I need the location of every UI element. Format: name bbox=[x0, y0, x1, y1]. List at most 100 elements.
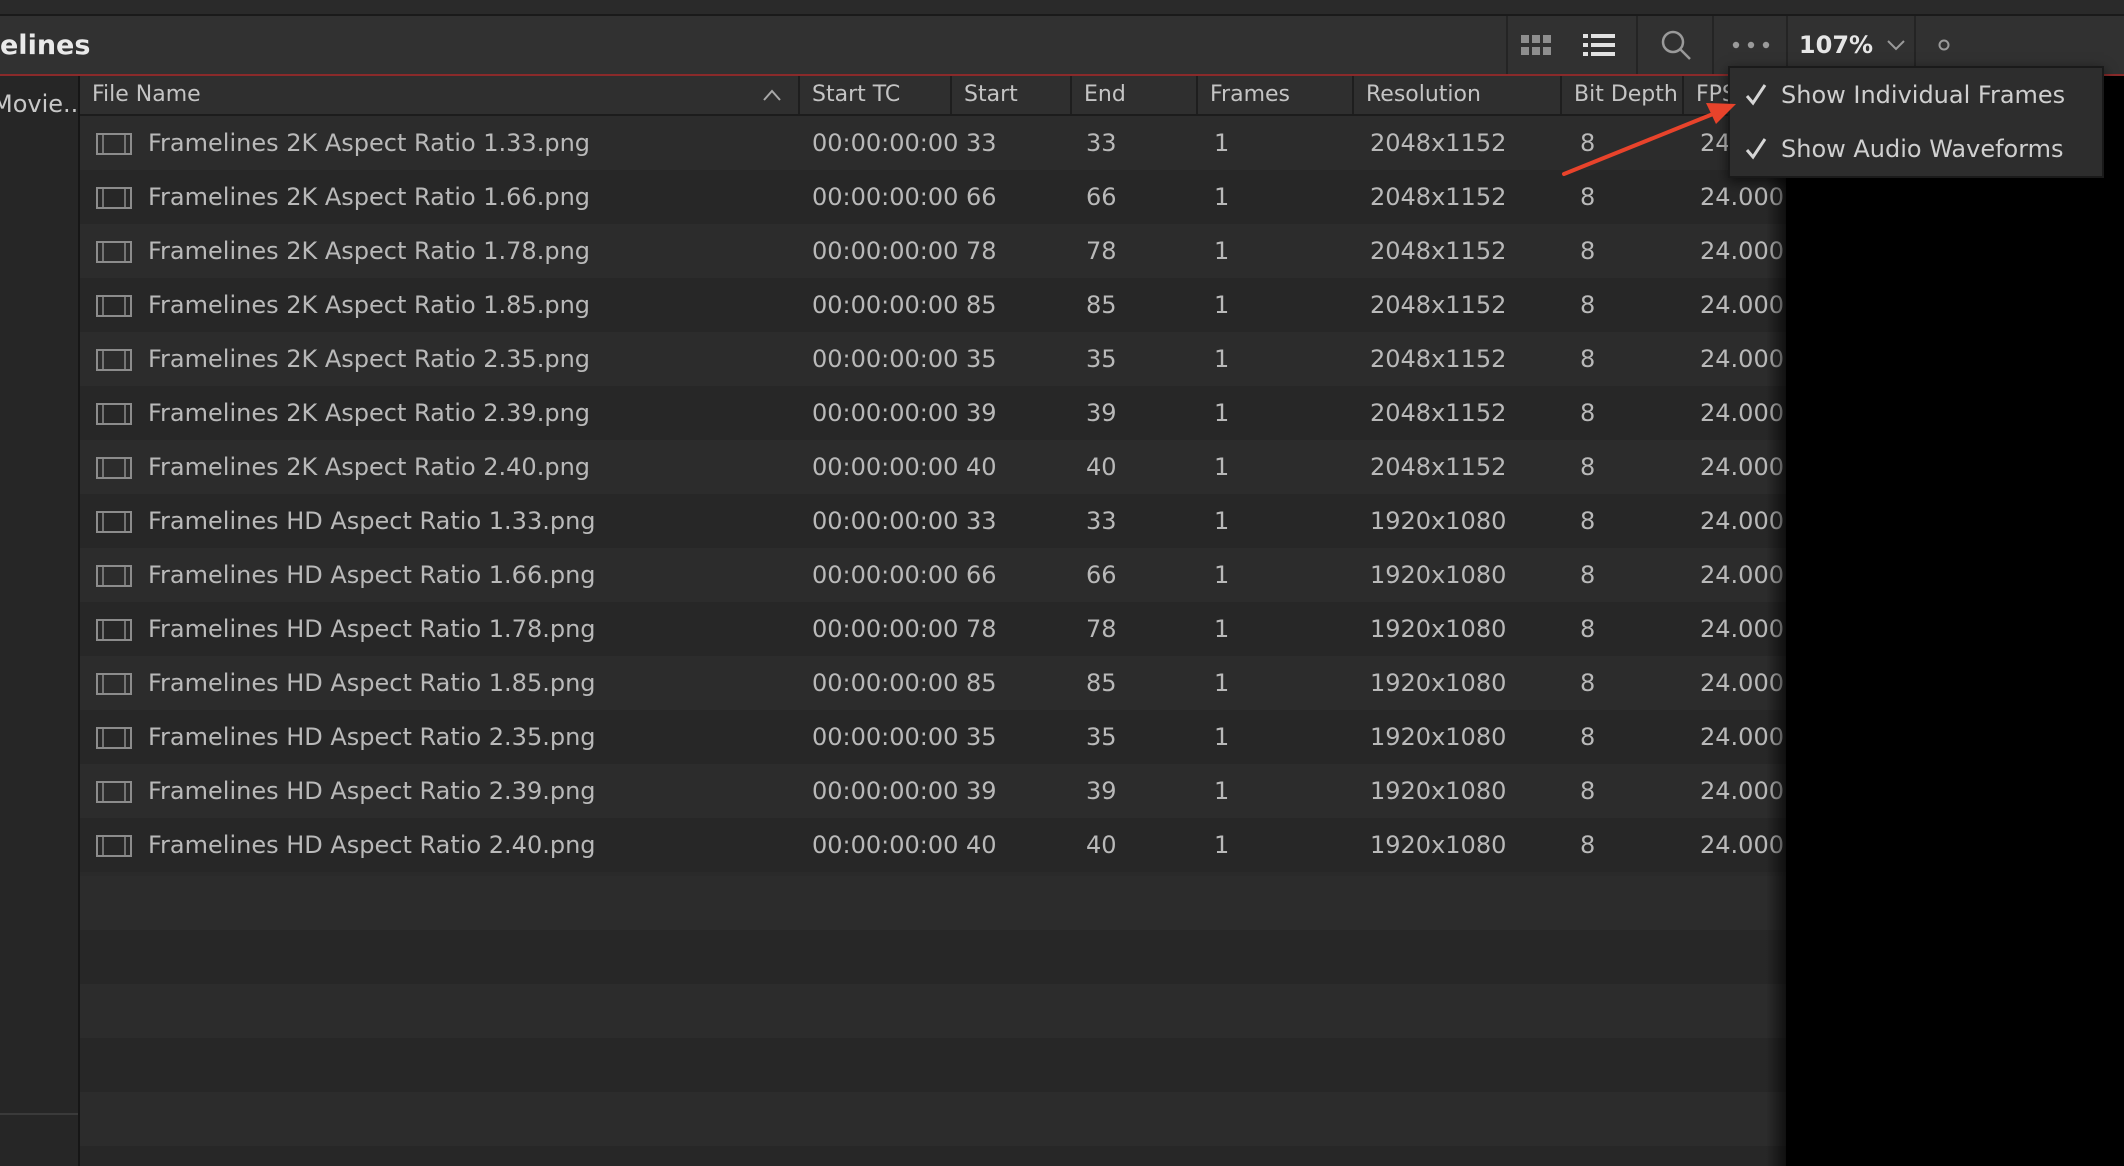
table-row[interactable]: Framelines HD Aspect Ratio 2.40.png 00:0… bbox=[80, 818, 1786, 872]
image-clip-icon bbox=[96, 349, 132, 371]
top-window-strip bbox=[0, 0, 2124, 16]
file-name-cell: Framelines HD Aspect Ratio 1.78.png bbox=[148, 615, 596, 643]
frames-cell: 1 bbox=[1214, 453, 1230, 481]
list-view-button[interactable] bbox=[1562, 16, 1636, 74]
end-cell: 40 bbox=[1086, 831, 1117, 859]
table-row[interactable]: Framelines HD Aspect Ratio 2.35.png 00:0… bbox=[80, 710, 1786, 764]
table-row[interactable]: Framelines 2K Aspect Ratio 1.33.png 00:0… bbox=[80, 116, 1786, 170]
thumbnail-view-button[interactable] bbox=[1506, 16, 1564, 74]
table-row[interactable]: Framelines HD Aspect Ratio 1.78.png 00:0… bbox=[80, 602, 1786, 656]
bit-depth-cell: 8 bbox=[1580, 237, 1596, 265]
table-row[interactable]: Framelines 2K Aspect Ratio 1.85.png 00:0… bbox=[80, 278, 1786, 332]
start-tc-cell: 00:00:00:00 bbox=[812, 183, 959, 211]
end-cell: 85 bbox=[1086, 669, 1117, 697]
bit-depth-cell: 8 bbox=[1580, 183, 1596, 211]
frames-cell: 1 bbox=[1214, 831, 1230, 859]
resolution-cell: 2048x1152 bbox=[1370, 291, 1507, 319]
resolution-cell: 2048x1152 bbox=[1370, 399, 1507, 427]
column-header-frames[interactable]: Frames bbox=[1196, 76, 1352, 114]
frames-cell: 1 bbox=[1214, 507, 1230, 535]
sidebar-divider bbox=[0, 1113, 78, 1115]
bin-title: elines bbox=[0, 30, 91, 61]
bit-depth-cell: 8 bbox=[1580, 345, 1596, 373]
column-header-start-tc[interactable]: Start TC bbox=[798, 76, 950, 114]
start-cell: 35 bbox=[966, 345, 997, 373]
bit-depth-cell: 8 bbox=[1580, 129, 1596, 157]
start-tc-cell: 00:00:00:00 bbox=[812, 129, 959, 157]
resolution-cell: 1920x1080 bbox=[1370, 723, 1507, 751]
table-row[interactable]: Framelines HD Aspect Ratio 2.39.png 00:0… bbox=[80, 764, 1786, 818]
column-header-resolution[interactable]: Resolution bbox=[1352, 76, 1560, 114]
list-view-icon bbox=[1583, 34, 1615, 56]
end-cell: 35 bbox=[1086, 723, 1117, 751]
image-clip-icon bbox=[96, 727, 132, 749]
table-row[interactable]: Framelines 2K Aspect Ratio 2.35.png 00:0… bbox=[80, 332, 1786, 386]
image-clip-icon bbox=[96, 511, 132, 533]
table-row[interactable]: Framelines 2K Aspect Ratio 1.66.png 00:0… bbox=[80, 170, 1786, 224]
start-cell: 39 bbox=[966, 777, 997, 805]
end-cell: 33 bbox=[1086, 507, 1117, 535]
column-header-start[interactable]: Start bbox=[950, 76, 1070, 114]
end-cell: 40 bbox=[1086, 453, 1117, 481]
frames-cell: 1 bbox=[1214, 669, 1230, 697]
table-row[interactable]: Framelines 2K Aspect Ratio 2.39.png 00:0… bbox=[80, 386, 1786, 440]
resolution-cell: 2048x1152 bbox=[1370, 453, 1507, 481]
bit-depth-cell: 8 bbox=[1580, 777, 1596, 805]
options-menu: Show Individual Frames Show Audio Wavefo… bbox=[1728, 66, 2104, 178]
start-cell: 66 bbox=[966, 561, 997, 589]
file-name-cell: Framelines 2K Aspect Ratio 2.39.png bbox=[148, 399, 591, 427]
file-name-cell: Framelines 2K Aspect Ratio 1.78.png bbox=[148, 237, 591, 265]
table-row[interactable]: Framelines HD Aspect Ratio 1.66.png 00:0… bbox=[80, 548, 1786, 602]
end-cell: 35 bbox=[1086, 345, 1117, 373]
table-row[interactable]: Framelines 2K Aspect Ratio 1.78.png 00:0… bbox=[80, 224, 1786, 278]
start-tc-cell: 00:00:00:00 bbox=[812, 291, 959, 319]
end-cell: 85 bbox=[1086, 291, 1117, 319]
menu-item-show-audio-waveforms[interactable]: Show Audio Waveforms bbox=[1730, 122, 2102, 176]
table-row[interactable]: Framelines HD Aspect Ratio 1.85.png 00:0… bbox=[80, 656, 1786, 710]
start-tc-cell: 00:00:00:00 bbox=[812, 723, 959, 751]
start-tc-cell: 00:00:00:00 bbox=[812, 777, 959, 805]
start-cell: 85 bbox=[966, 291, 997, 319]
resolution-cell: 1920x1080 bbox=[1370, 669, 1507, 697]
start-cell: 78 bbox=[966, 237, 997, 265]
file-name-cell: Framelines 2K Aspect Ratio 2.40.png bbox=[148, 453, 591, 481]
resolution-cell: 2048x1152 bbox=[1370, 129, 1507, 157]
image-clip-icon bbox=[96, 295, 132, 317]
menu-item-show-individual-frames[interactable]: Show Individual Frames bbox=[1730, 68, 2102, 122]
frames-cell: 1 bbox=[1214, 777, 1230, 805]
start-tc-cell: 00:00:00:00 bbox=[812, 831, 959, 859]
resolution-cell: 1920x1080 bbox=[1370, 615, 1507, 643]
frames-cell: 1 bbox=[1214, 237, 1230, 265]
bin-sidebar: Movie... bbox=[0, 76, 86, 1166]
start-tc-cell: 00:00:00:00 bbox=[812, 237, 959, 265]
chevron-down-icon bbox=[1887, 40, 1905, 51]
end-cell: 78 bbox=[1086, 237, 1117, 265]
image-clip-icon bbox=[96, 673, 132, 695]
image-clip-icon bbox=[96, 619, 132, 641]
column-header-end[interactable]: End bbox=[1070, 76, 1196, 114]
column-header-file-name[interactable]: File Name bbox=[80, 76, 798, 114]
empty-row bbox=[80, 1146, 1786, 1166]
sort-ascending-icon bbox=[762, 76, 782, 114]
file-name-cell: Framelines 2K Aspect Ratio 1.66.png bbox=[148, 183, 591, 211]
file-name-cell: Framelines HD Aspect Ratio 1.33.png bbox=[148, 507, 596, 535]
checkmark-icon bbox=[1745, 84, 1767, 106]
column-header-bit-depth[interactable]: Bit Depth bbox=[1560, 76, 1682, 114]
empty-row bbox=[80, 1038, 1786, 1092]
file-name-cell: Framelines 2K Aspect Ratio 1.33.png bbox=[148, 129, 591, 157]
table-row[interactable]: Framelines 2K Aspect Ratio 2.40.png 00:0… bbox=[80, 440, 1786, 494]
search-button[interactable] bbox=[1636, 16, 1714, 74]
empty-row bbox=[80, 984, 1786, 1038]
frames-cell: 1 bbox=[1214, 399, 1230, 427]
image-clip-icon bbox=[96, 457, 132, 479]
image-clip-icon bbox=[96, 565, 132, 587]
end-cell: 66 bbox=[1086, 561, 1117, 589]
checkmark-icon bbox=[1745, 138, 1767, 160]
table-row[interactable]: Framelines HD Aspect Ratio 1.33.png 00:0… bbox=[80, 494, 1786, 548]
slider-handle-icon bbox=[1938, 39, 1950, 51]
clip-rows: Framelines 2K Aspect Ratio 1.33.png 00:0… bbox=[80, 116, 1786, 872]
start-tc-cell: 00:00:00:00 bbox=[812, 345, 959, 373]
zoom-level: 107% bbox=[1798, 31, 1874, 59]
start-tc-cell: 00:00:00:00 bbox=[812, 561, 959, 589]
sidebar-bin-item[interactable]: Movie... bbox=[0, 90, 86, 118]
